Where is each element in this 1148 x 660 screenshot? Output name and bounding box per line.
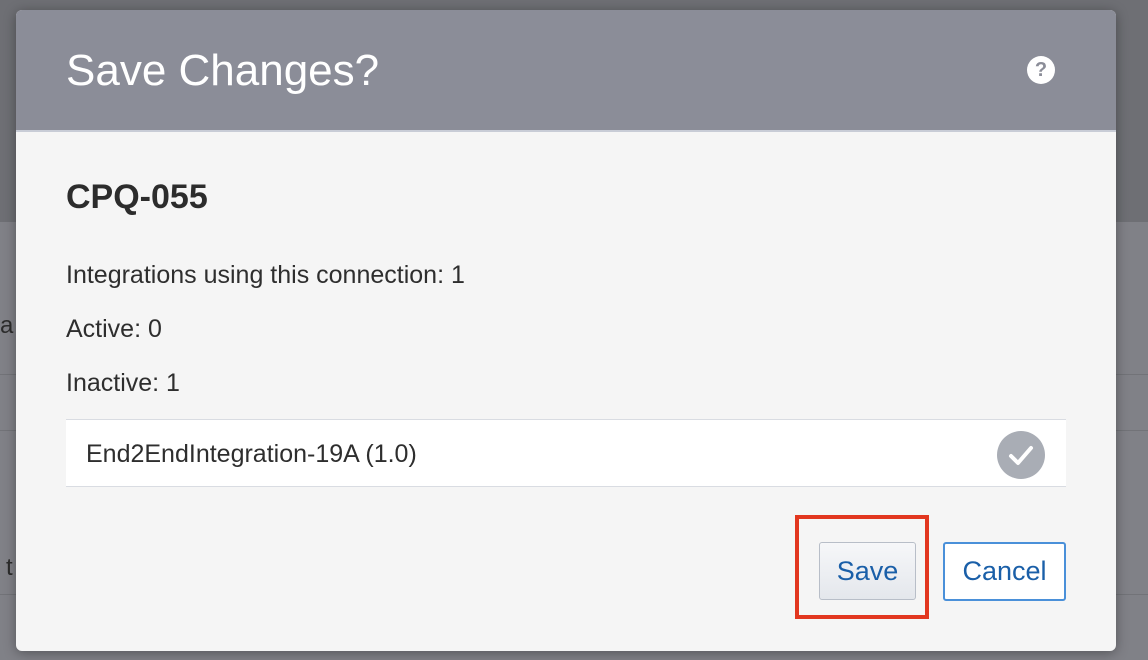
checkmark-circle-icon [997,431,1045,479]
dialog-header: Save Changes? ? [16,10,1116,132]
save-changes-dialog: Save Changes? ? CPQ-055 Integrations usi… [16,10,1116,651]
active-count: Active: 0 [66,315,162,343]
dialog-title: Save Changes? [66,46,380,95]
background-text-fragment: a [0,312,14,339]
connection-name: CPQ-055 [66,178,208,216]
question-mark-icon[interactable]: ? [1027,56,1055,84]
integration-name: End2EndIntegration-19A (1.0) [86,440,417,468]
inactive-count: Inactive: 1 [66,369,180,397]
integration-list-item: End2EndIntegration-19A (1.0) [66,419,1066,487]
save-button[interactable]: Save [819,542,916,600]
integrations-count: Integrations using this connection: 1 [66,261,465,289]
cancel-button[interactable]: Cancel [943,542,1066,601]
background-text-fragment: t [6,554,13,581]
